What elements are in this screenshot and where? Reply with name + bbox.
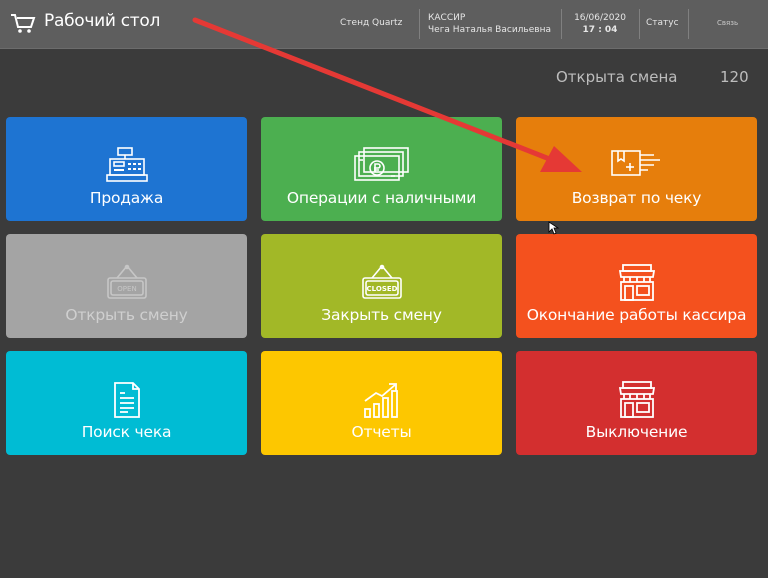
store-icon — [618, 264, 655, 301]
reports-tile[interactable]: Отчеты — [261, 351, 502, 455]
tile-label: Операции с наличными — [286, 189, 477, 207]
shift-number: 120 — [720, 68, 749, 86]
user-info: КАССИР Чега Наталья Васильевна — [428, 12, 551, 36]
open-sign-icon: OPEN — [106, 264, 147, 299]
banknotes-icon — [353, 147, 409, 181]
sale-tile[interactable]: Продажа — [6, 117, 247, 221]
tile-label: Окончание работы кассира — [526, 306, 747, 324]
stand-name: Стенд Quartz — [340, 18, 403, 28]
tile-label: Открыть смену — [65, 306, 188, 324]
svg-text:OPEN: OPEN — [117, 285, 136, 293]
datetime: 16/06/2020 17 : 04 — [565, 12, 635, 36]
user-name: Чега Наталья Васильевна — [428, 25, 551, 35]
current-time: 17 : 04 — [582, 25, 618, 35]
closed-sign-icon: CLOSED — [361, 264, 402, 299]
tile-label: Возврат по чеку — [571, 189, 702, 207]
tile-label: Закрыть смену — [321, 306, 442, 324]
tile-label: Продажа — [89, 189, 164, 207]
shift-label: Открыта смена — [556, 68, 678, 86]
receipt-icon — [113, 382, 140, 418]
header-divider — [639, 9, 640, 39]
user-role: КАССИР — [428, 13, 466, 23]
tile-label: Отчеты — [351, 423, 412, 441]
page-title: Рабочий стол — [44, 11, 161, 31]
connection-button[interactable]: Связь — [717, 19, 738, 27]
tile-label: Поиск чека — [81, 423, 172, 441]
svg-text:CLOSED: CLOSED — [366, 285, 397, 293]
header-divider — [561, 9, 562, 39]
cash-operations-tile[interactable]: Операции с наличными — [261, 117, 502, 221]
header-divider — [419, 9, 420, 39]
cart-icon[interactable] — [10, 12, 36, 34]
find-receipt-tile[interactable]: Поиск чека — [6, 351, 247, 455]
header-divider — [688, 9, 689, 39]
mouse-cursor-icon — [548, 221, 560, 235]
end-cashier-work-tile[interactable]: Окончание работы кассира — [516, 234, 757, 338]
status-button[interactable]: Статус — [646, 18, 679, 28]
return-by-receipt-tile[interactable]: Возврат по чеку — [516, 117, 757, 221]
open-shift-tile[interactable]: OPEN Открыть смену — [6, 234, 247, 338]
close-shift-tile[interactable]: CLOSED Закрыть смену — [261, 234, 502, 338]
current-date: 16/06/2020 — [574, 13, 626, 23]
cash-register-icon — [105, 147, 148, 182]
top-bar: Рабочий стол Стенд Quartz КАССИР Чега На… — [0, 0, 768, 49]
return-box-icon — [610, 150, 660, 176]
shutdown-tile[interactable]: Выключение — [516, 351, 757, 455]
chart-growth-icon — [363, 383, 398, 418]
store-closed-icon — [618, 381, 655, 418]
tile-label: Выключение — [585, 423, 688, 441]
